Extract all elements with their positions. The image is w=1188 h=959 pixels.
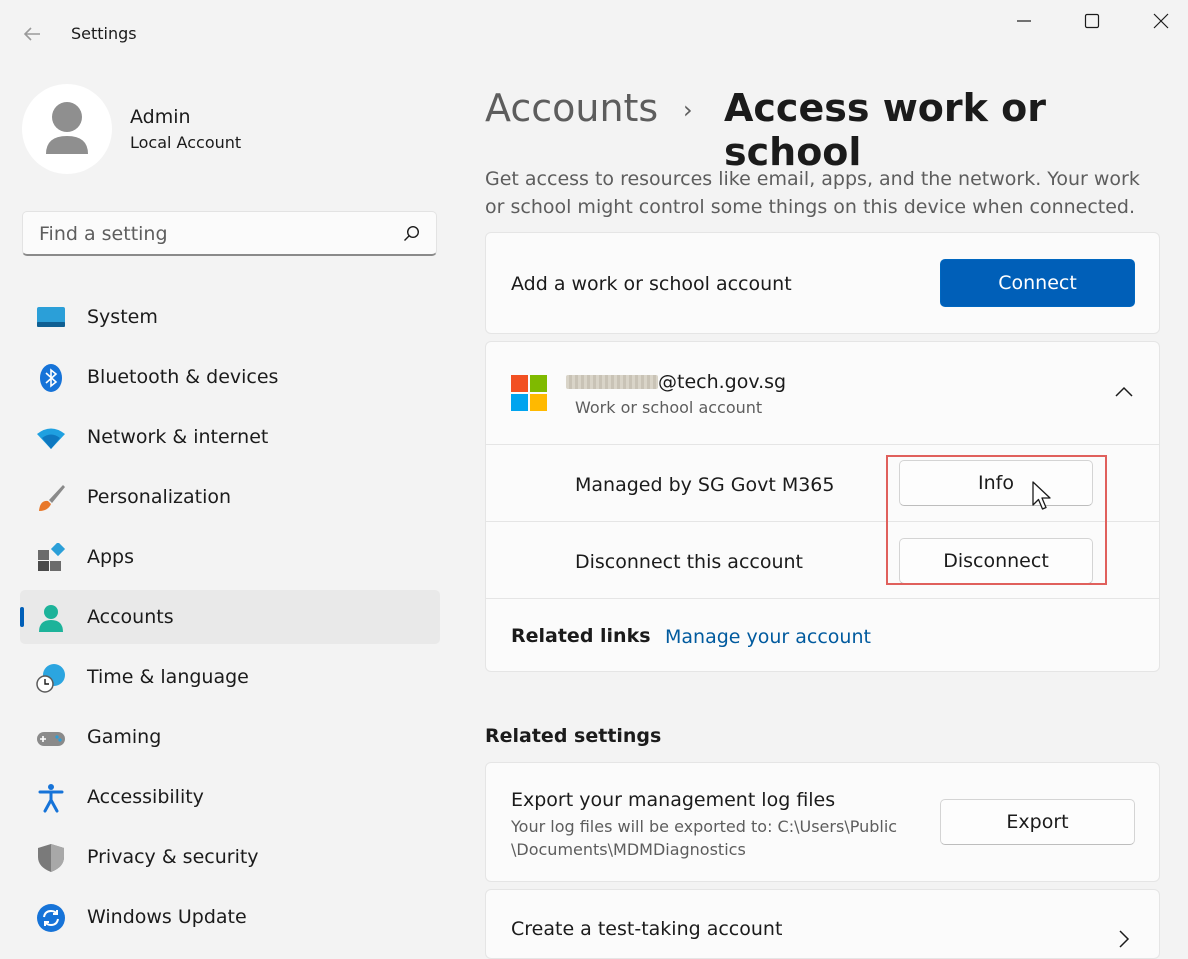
close-icon — [1153, 13, 1169, 29]
export-button[interactable]: Export — [940, 799, 1135, 845]
search-input[interactable] — [37, 220, 381, 248]
sidebar-item-label: Windows Update — [87, 906, 247, 928]
add-account-label: Add a work or school account — [511, 273, 792, 295]
sidebar-item-bluetooth[interactable]: Bluetooth & devices — [20, 350, 440, 404]
export-logs-card: Export your management log files Your lo… — [485, 762, 1160, 882]
divider — [486, 444, 1159, 445]
user-placeholder-icon — [46, 102, 88, 154]
maximize-button[interactable] — [1069, 6, 1115, 36]
account-type-label: Work or school account — [575, 398, 763, 417]
account-type: Local Account — [130, 133, 242, 152]
sidebar-item-label: Personalization — [87, 486, 232, 508]
sidebar-item-label: System — [87, 306, 158, 328]
breadcrumb-chevron-icon: › — [683, 96, 693, 124]
sidebar-item-system[interactable]: System — [20, 290, 440, 344]
wifi-icon — [37, 428, 65, 449]
back-button[interactable] — [20, 22, 44, 46]
manage-account-link[interactable]: Manage your account — [665, 626, 871, 648]
apps-icon — [38, 543, 66, 571]
sidebar-item-accessibility[interactable]: Accessibility — [20, 770, 440, 824]
page-title: Access work or school — [724, 86, 1046, 174]
redacted-email-prefix — [566, 375, 658, 389]
accounts-icon — [39, 605, 63, 632]
sidebar-item-label: Network & internet — [87, 426, 269, 448]
chevron-right-icon — [1119, 930, 1130, 948]
search-box[interactable] — [22, 211, 437, 256]
sidebar-item-gaming[interactable]: Gaming — [20, 710, 440, 764]
export-path-line-2: \Documents\MDMDiagnostics — [511, 840, 746, 859]
user-name: Admin — [130, 106, 191, 128]
sidebar-item-privacy[interactable]: Privacy & security — [20, 830, 440, 884]
sidebar-item-label: Gaming — [87, 726, 162, 748]
sidebar-item-windows-update[interactable]: Windows Update — [20, 890, 440, 944]
export-title: Export your management log files — [511, 789, 836, 811]
search-icon — [404, 225, 420, 241]
chevron-up-icon[interactable] — [1115, 386, 1133, 398]
system-icon — [37, 307, 65, 327]
account-email: @tech.gov.sg — [658, 371, 787, 393]
selected-indicator — [20, 607, 24, 627]
sidebar-item-label: Apps — [87, 546, 135, 568]
highlight-box — [886, 455, 1107, 585]
sidebar-item-personalization[interactable]: Personalization — [20, 470, 440, 524]
connect-button[interactable]: Connect — [940, 259, 1135, 307]
app-title: Settings — [71, 24, 137, 43]
minimize-icon — [1017, 20, 1031, 22]
disconnect-label: Disconnect this account — [575, 551, 803, 573]
test-account-card[interactable]: Create a test-taking account — [485, 889, 1160, 959]
back-arrow-icon — [23, 27, 40, 41]
avatar[interactable] — [22, 84, 112, 174]
minimize-button[interactable] — [1001, 6, 1047, 36]
sidebar-item-label: Accounts — [87, 606, 174, 628]
sidebar-item-network[interactable]: Network & internet — [20, 410, 440, 464]
accessibility-icon — [38, 784, 64, 813]
maximize-icon — [1084, 13, 1100, 29]
breadcrumb-parent[interactable]: Accounts — [485, 86, 658, 130]
update-icon — [37, 904, 65, 932]
brush-icon — [39, 485, 65, 511]
page-description: Get access to resources like email, apps… — [485, 168, 1140, 218]
bluetooth-icon — [40, 364, 62, 392]
shield-icon — [38, 844, 64, 872]
close-button[interactable] — [1138, 6, 1184, 36]
related-settings-heading: Related settings — [485, 725, 662, 747]
gamepad-icon — [37, 732, 65, 746]
microsoft-logo-icon — [511, 375, 547, 411]
sidebar-item-time-language[interactable]: Time & language — [20, 650, 440, 704]
time-language-icon — [36, 664, 65, 693]
managed-by-label: Managed by SG Govt M365 — [575, 474, 835, 496]
add-account-card: Add a work or school account Connect — [485, 232, 1160, 334]
mouse-cursor-icon — [1032, 481, 1051, 510]
related-links-label: Related links — [511, 625, 651, 647]
sidebar-item-label: Time & language — [87, 666, 249, 688]
sidebar-item-label: Privacy & security — [87, 846, 259, 868]
sidebar-nav: System Bluetooth & devices Network & int… — [20, 290, 440, 950]
divider — [486, 598, 1159, 599]
export-path-line-1: Your log files will be exported to: C:\U… — [511, 817, 898, 836]
sidebar-item-label: Bluetooth & devices — [87, 366, 279, 388]
sidebar-item-label: Accessibility — [87, 786, 204, 808]
test-account-title: Create a test-taking account — [511, 918, 783, 940]
sidebar-item-accounts[interactable]: Accounts — [20, 590, 440, 644]
sidebar-item-apps[interactable]: Apps — [20, 530, 440, 584]
